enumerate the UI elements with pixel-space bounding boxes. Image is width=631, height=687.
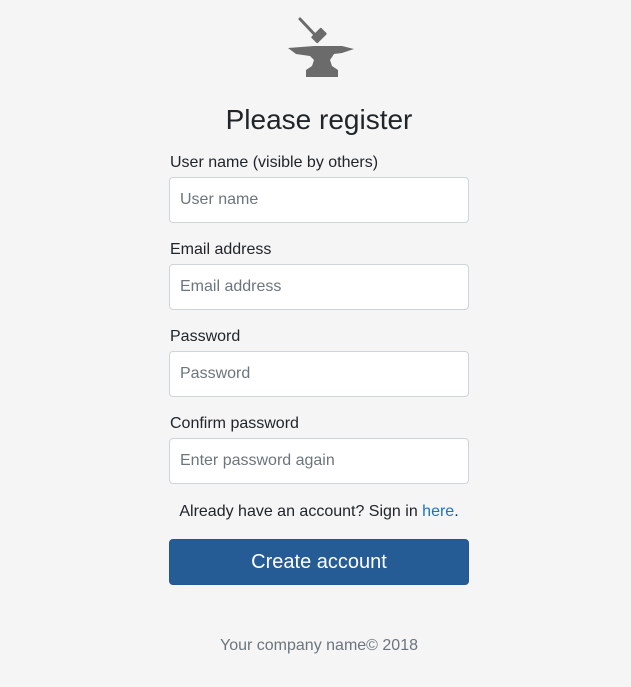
confirm-password-label: Confirm password — [170, 415, 299, 432]
signin-suffix: . — [454, 503, 459, 520]
email-input[interactable] — [169, 264, 469, 310]
password-label: Password — [170, 328, 241, 345]
anvil-hammer-icon — [288, 17, 354, 77]
signin-link[interactable]: here — [422, 503, 454, 520]
signin-text: Already have an account? Sign in — [179, 503, 423, 520]
confirm-password-input[interactable] — [169, 438, 469, 484]
page-title: Please register — [225, 104, 413, 135]
username-input[interactable] — [169, 177, 469, 223]
username-label: User name (visible by others) — [170, 154, 379, 171]
signin-prompt: Already have an account? Sign in here. — [0, 501, 631, 523]
footer-copyright: Your company name© 2018 — [220, 637, 418, 654]
password-input[interactable] — [169, 351, 469, 397]
email-label: Email address — [170, 241, 272, 258]
create-account-button[interactable]: Create account — [169, 539, 469, 585]
